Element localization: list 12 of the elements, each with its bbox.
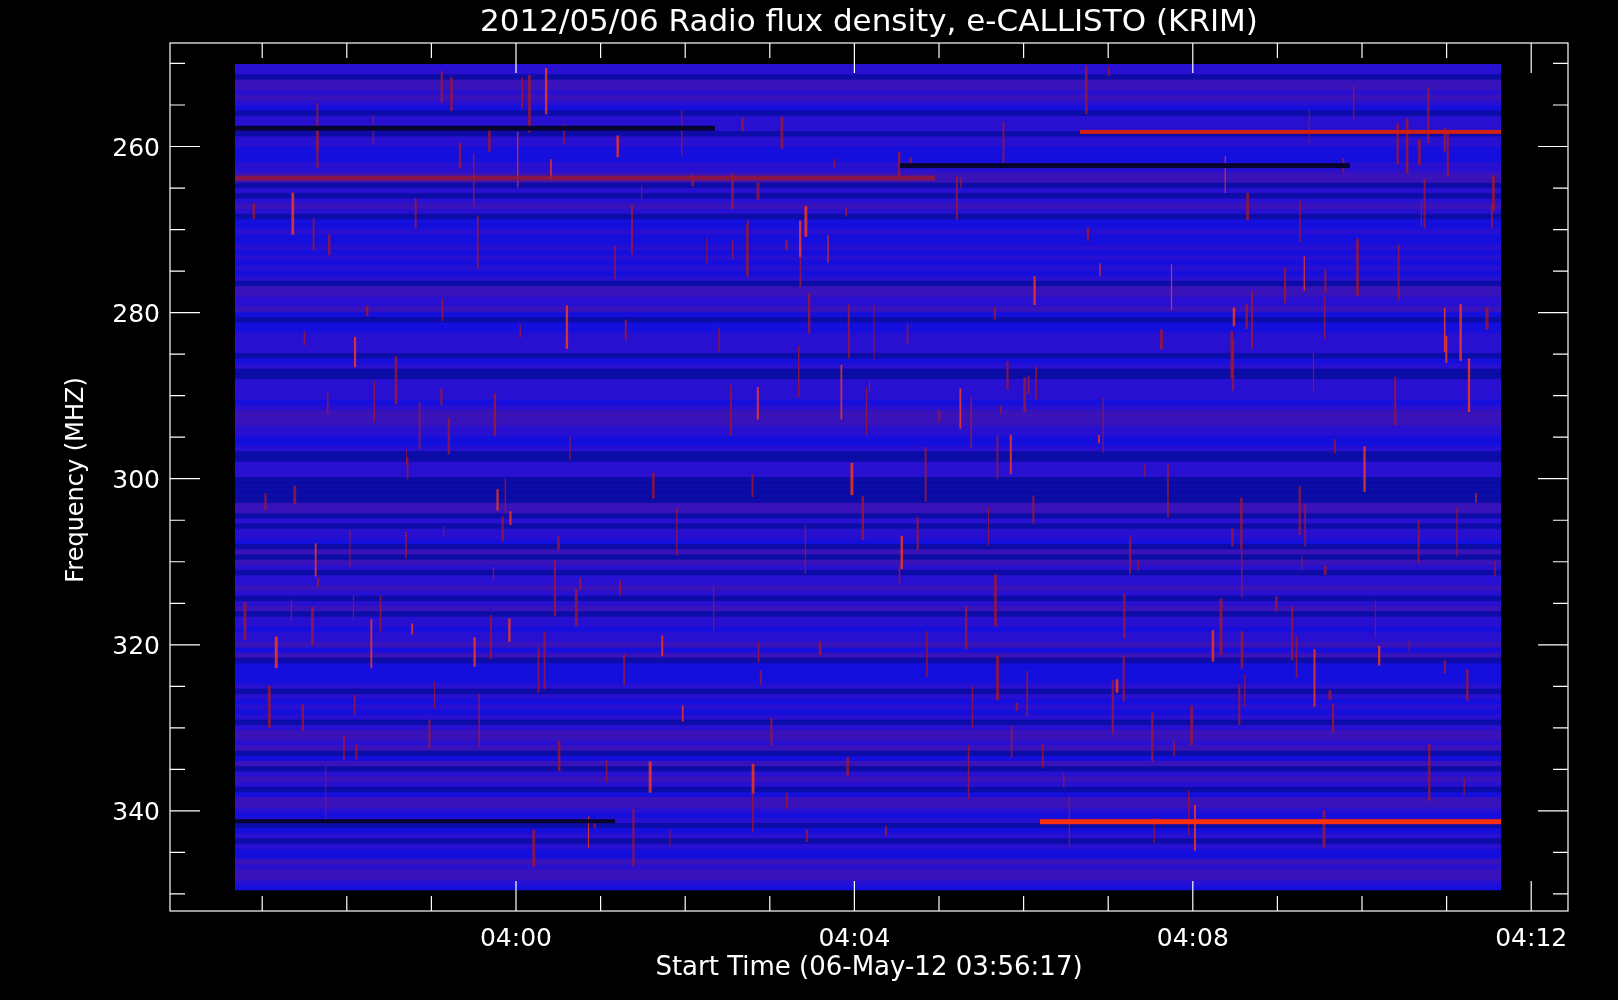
tick-label: 340 [112,796,160,826]
tick-label: 04:12 [1495,923,1568,952]
axis-title: Start Time (06-May-12 03:56:17) [655,951,1083,981]
tick-label: 04:00 [480,923,552,952]
tick-label: 280 [112,298,160,328]
tick-label: 04:08 [1156,923,1229,952]
tick-label: 300 [112,464,160,494]
axis-title: Frequency (MHZ) [61,377,89,583]
tick-label: 320 [112,630,160,660]
tick-label: 04:04 [818,923,891,952]
plot-title: 2012/05/06 Radio flux density, e-CALLISTO (KRIM) [480,2,1258,38]
tick-label: 260 [112,132,160,162]
